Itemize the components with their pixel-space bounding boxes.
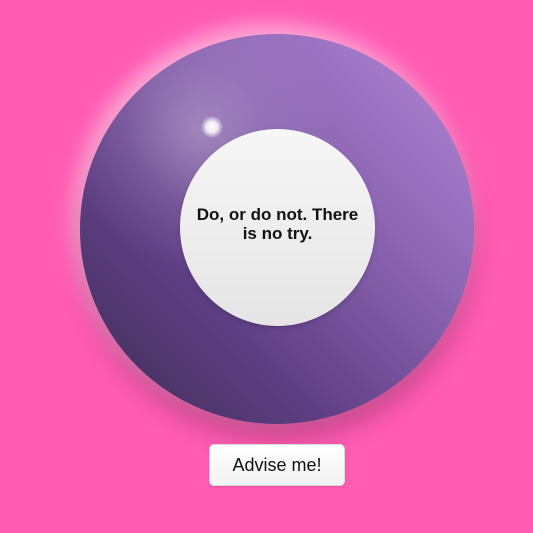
answer-window: Do, or do not. There is no try. <box>180 129 375 326</box>
app-stage: Do, or do not. There is no try. Advise m… <box>0 0 533 533</box>
answer-text: Do, or do not. There is no try. <box>196 204 359 243</box>
advise-button[interactable]: Advise me! <box>209 444 345 486</box>
ball-highlight <box>201 116 223 138</box>
